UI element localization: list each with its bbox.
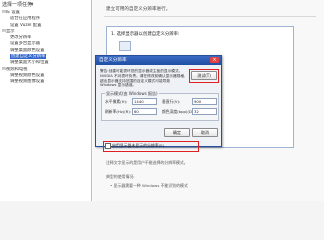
color-depth-input[interactable]: 32 <box>192 108 217 115</box>
tree-item-label: 调整视频颜色设置 <box>10 72 45 78</box>
tree-item-label: IE 设置 <box>6 10 20 15</box>
h-pixels-label: 水平像素(H): <box>105 99 128 104</box>
tree-item-label: 更改分辨率 <box>10 35 32 41</box>
dialog-title: 自定义分辨率 <box>99 58 127 63</box>
page-heading: 建立可用的自定义分辨率进行。 <box>106 7 171 12</box>
tree-item-label: 调整桌面大小和位置 <box>10 60 49 66</box>
note-text: 注释文字显示的是用户不能选择的分辨率模式。 <box>106 160 188 165</box>
close-icon[interactable]: × <box>210 57 219 63</box>
display-mode-group: 显示模式(由 Windows 报告) 水平像素(H): 1440 刷新率(Hz)… <box>101 91 219 121</box>
tree-item-label: 显示 <box>6 28 15 34</box>
refresh-label: 刷新率(Hz)(R): <box>105 109 132 114</box>
usage-item: • 显示器需要一种 Windows 不能识别的模式 <box>110 183 188 188</box>
ok-button[interactable]: 确定 <box>164 128 190 137</box>
checkbox-icon[interactable] <box>105 143 111 149</box>
tree-item-label: 调整桌面颜色设置 <box>10 47 45 53</box>
usage-heading: 典型的使用情况: <box>106 174 135 179</box>
dialog-description: 警告:创建可能损坏您的显示器或主板的显示模式。NVIDIA 不对损坏负责。请在修… <box>100 69 186 88</box>
dialog-title-bar: 自定义分辨率 × <box>96 56 221 65</box>
tree-item-label: 创建自定义分辨率 <box>10 54 47 60</box>
color-depth-label: 颜色深度(bpp)(D): <box>162 109 195 114</box>
tree-item[interactable] <box>2 86 90 92</box>
step-label: 1. 选择显示器以创建自定义分辨率: <box>111 32 180 37</box>
group-title: 显示模式(由 Windows 报告) <box>105 91 159 97</box>
panel-menu-icon[interactable]: ◄ <box>29 1 33 7</box>
checkbox-label: 启用显示器未显示的分辨率(E) <box>112 143 165 148</box>
cancel-button[interactable]: 取消 <box>192 128 218 137</box>
divider <box>104 16 316 17</box>
monitor-icon[interactable] <box>119 41 131 51</box>
tree-item-label: 视频和电视 <box>6 66 28 72</box>
tree-item-label: 设置 Vuzel 配置 <box>10 22 42 28</box>
refresh-input[interactable]: 60 <box>132 108 157 115</box>
task-tree: ⊟IE 设置 适合在应用程序 设置 Vuzel 配置 ⊟显示 更改分辨率 设置多台显示器调… <box>2 10 90 92</box>
tree-item-label: 调整视频图像设置 <box>10 79 45 85</box>
tree-item-label: 设置多台显示器 <box>10 41 41 47</box>
v-lines-input[interactable]: 900 <box>192 98 217 105</box>
h-pixels-input[interactable]: 1440 <box>132 98 157 105</box>
custom-resolution-dialog: 自定义分辨率 × 警告:创建可能损坏您的显示器或主板的显示模式。NVIDIA 不… <box>95 55 222 147</box>
task-tree-panel: 选择一项任务: ◄ ⊟IE 设置 适合在应用程序 设置 Vuzel 配置 ⊟显示 更改分… <box>0 0 92 201</box>
v-lines-label: 垂直行(V): <box>162 99 181 104</box>
enable-resolutions-checkbox[interactable]: 启用显示器未显示的分辨率(E) <box>105 142 164 149</box>
test-button[interactable]: 测试(T) <box>191 71 217 80</box>
tree-item-label: 适合在应用程序 <box>10 16 41 22</box>
